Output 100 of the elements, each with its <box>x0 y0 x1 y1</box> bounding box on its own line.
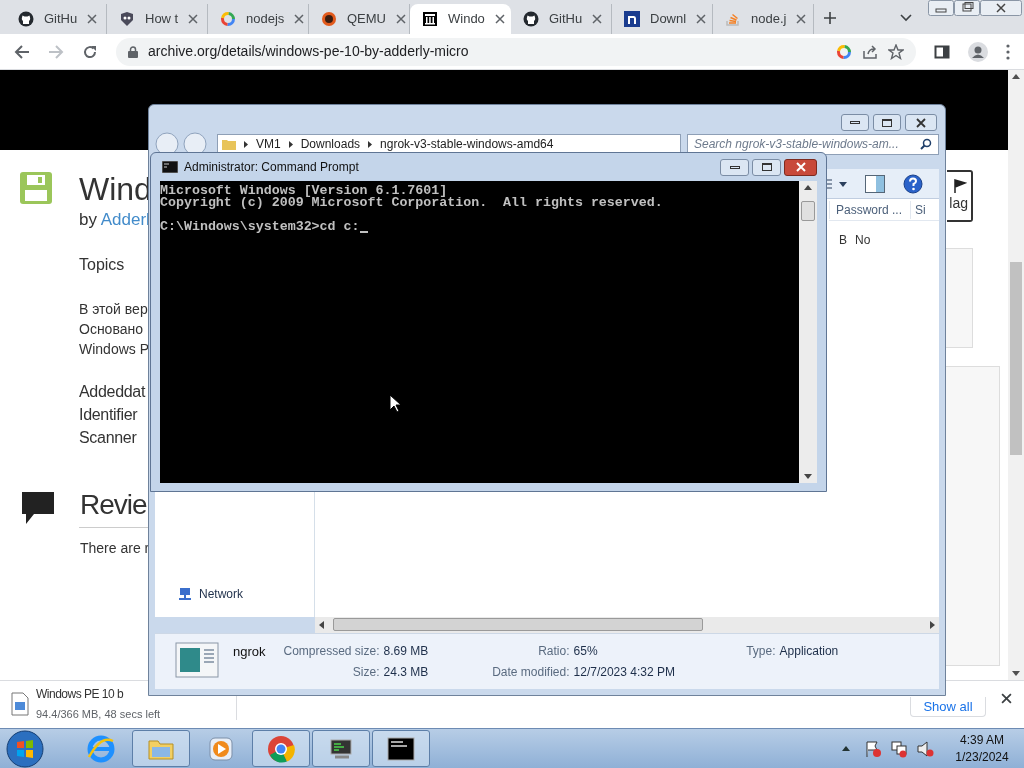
chevron-right-icon <box>288 140 293 148</box>
metadata-label: Scanner <box>79 427 138 448</box>
address-bar[interactable]: archive.org/details/windows-pe-10-by-adderly-micro <box>116 37 916 66</box>
speech-bubble-icon <box>20 490 56 526</box>
navigation-item[interactable]: Network <box>199 585 243 603</box>
taskbar-button[interactable] <box>312 730 370 767</box>
maximize-button[interactable] <box>873 114 901 131</box>
back-icon[interactable] <box>14 43 30 60</box>
chevron-right-icon <box>244 140 248 148</box>
reviews-heading: Revie <box>80 490 148 522</box>
circle-logo-icon <box>267 734 295 763</box>
topics-label: Topics <box>79 254 126 275</box>
application-icon <box>175 642 219 678</box>
browser-tab[interactable]: Windo <box>410 4 511 34</box>
column-header[interactable]: Password ... <box>829 200 911 219</box>
console-line: Copyright (c) 2009 Microsoft Corporation. All rights reserved. <box>160 197 663 209</box>
horizontal-scrollbar[interactable] <box>315 617 939 633</box>
cat-icon <box>523 11 539 27</box>
console-icon <box>387 734 415 763</box>
window-title: Administrator: Command Prompt <box>184 159 360 176</box>
address-bar[interactable]: VM1 Downloads ngrok-v3-stable-windows-amd64 <box>217 133 681 155</box>
taskbar-button[interactable] <box>372 730 430 767</box>
scrollbar-thumb[interactable] <box>333 618 703 631</box>
close-icon[interactable] <box>1001 693 1012 704</box>
close-icon[interactable] <box>87 14 98 24</box>
breadcrumb-item[interactable]: ngrok-v3-stable-windows-amd64 <box>380 135 554 153</box>
preview-pane-icon[interactable] <box>865 174 885 193</box>
arrow-right-icon[interactable] <box>930 621 935 629</box>
close-icon[interactable] <box>396 14 406 24</box>
flag-button[interactable]: lag <box>947 170 973 222</box>
detail-label: Size: <box>351 664 380 681</box>
reload-icon[interactable] <box>82 43 98 60</box>
arrow-down-icon[interactable] <box>1012 671 1020 676</box>
detail-label: Type: <box>745 643 776 660</box>
close-icon[interactable] <box>796 14 807 24</box>
clock-time[interactable]: 4:39 AM <box>960 731 1004 749</box>
close-icon[interactable] <box>188 14 199 24</box>
arrow-up-icon[interactable] <box>804 185 812 190</box>
start-button[interactable] <box>6 729 44 768</box>
restore-button[interactable] <box>954 0 980 16</box>
close-icon[interactable] <box>696 14 707 24</box>
profile-icon[interactable] <box>968 41 988 62</box>
caret-up-icon[interactable] <box>842 746 850 751</box>
close-icon[interactable] <box>592 14 603 24</box>
play-icon <box>207 734 235 763</box>
maximize-button[interactable] <box>752 158 781 176</box>
scrollbar[interactable] <box>1008 70 1024 680</box>
text-cursor <box>359 231 368 233</box>
table-cell-text: B <box>838 232 848 249</box>
side-panel-icon[interactable] <box>934 43 950 60</box>
arrow-left-icon[interactable] <box>319 621 324 629</box>
arrow-up-icon[interactable] <box>1012 74 1020 79</box>
download-filename[interactable]: Windows PE 10 b <box>36 686 124 702</box>
share-icon[interactable] <box>862 43 878 60</box>
minimize-button[interactable] <box>720 158 749 176</box>
close-icon[interactable] <box>294 14 305 24</box>
new-tab-icon[interactable] <box>824 12 836 24</box>
help-icon[interactable] <box>903 173 923 194</box>
description-line: Основано <box>79 319 144 339</box>
menu-icon[interactable] <box>1006 43 1010 60</box>
arch-square-icon <box>624 11 640 27</box>
network-icon[interactable] <box>890 739 908 758</box>
ball-icon <box>321 11 337 27</box>
file-name: ngrok <box>233 643 266 661</box>
search-field[interactable]: Search ngrok-v3-stable-windows-am... <box>687 133 939 155</box>
view-menu-icon[interactable] <box>827 178 847 189</box>
stack-icon <box>725 11 741 27</box>
ring-icon[interactable] <box>836 43 852 60</box>
column-header[interactable]: Si <box>911 200 926 219</box>
search-icon <box>920 138 932 150</box>
minimize-button[interactable] <box>841 114 869 131</box>
console-line: Microsoft Windows [Version 6.1.7601] <box>160 185 448 197</box>
close-button[interactable] <box>784 158 817 176</box>
table-cell-text: No <box>854 232 871 249</box>
scrollbar-thumb[interactable] <box>1010 262 1022 455</box>
close-icon[interactable] <box>916 117 926 128</box>
vertical-scrollbar[interactable] <box>799 181 817 483</box>
columns-icon <box>422 11 438 27</box>
star-icon[interactable] <box>888 43 904 60</box>
ring-icon <box>220 11 236 27</box>
breadcrumb-item[interactable]: VM1 <box>256 135 281 153</box>
close-button[interactable] <box>980 0 1022 16</box>
speaker-icon[interactable] <box>916 739 934 758</box>
network-icon <box>177 587 193 601</box>
close-icon[interactable] <box>494 14 505 24</box>
globe-icon <box>87 734 115 763</box>
description-line: В этой вер <box>79 299 149 319</box>
chevron-down-icon[interactable] <box>900 14 912 22</box>
breadcrumb-item[interactable]: Downloads <box>300 135 361 153</box>
scrollbar-thumb[interactable] <box>801 201 815 221</box>
show-all-button[interactable]: Show all <box>910 697 986 717</box>
detail-label: Ratio: <box>537 643 570 660</box>
console-line: C:\Windows\system32>cd c: <box>160 221 360 233</box>
clock-date[interactable]: 1/23/2024 <box>955 748 1009 766</box>
cat-icon <box>18 11 34 27</box>
detail-label: Date modified: <box>491 664 570 681</box>
detail-value: 65% <box>573 643 598 660</box>
close-button[interactable] <box>905 114 937 131</box>
flag-icon[interactable] <box>864 739 882 758</box>
arrow-down-icon[interactable] <box>804 474 812 479</box>
